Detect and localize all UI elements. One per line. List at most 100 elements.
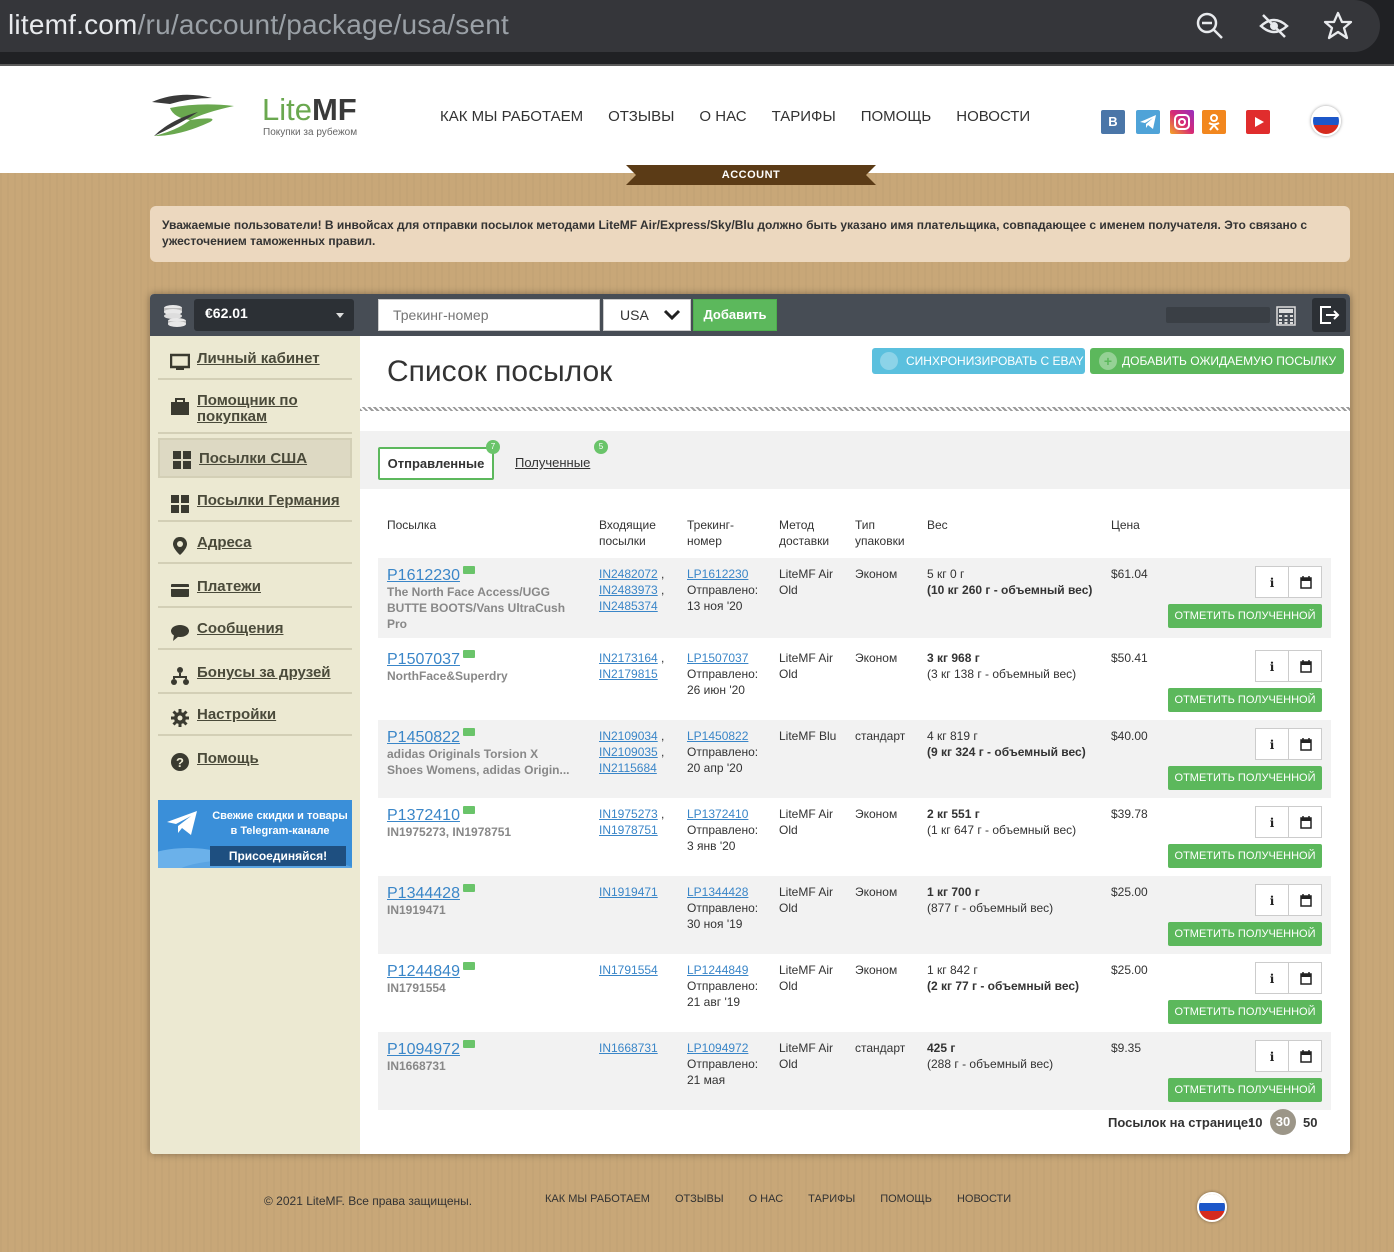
info-button[interactable]: i xyxy=(1255,650,1289,682)
sidebar-item-usa-packages[interactable]: Посылки США xyxy=(158,438,352,478)
footer-nav-how-it-works[interactable]: Как мы работаем xyxy=(545,1193,650,1205)
balance-dropdown[interactable]: €62.01 xyxy=(194,299,354,331)
instagram-icon[interactable] xyxy=(1170,110,1194,134)
incoming-package-link[interactable]: IN2109035 xyxy=(599,745,658,759)
incoming-package-link[interactable]: IN1668731 xyxy=(599,1041,658,1055)
package-id-link[interactable]: P1094972 xyxy=(387,1041,460,1058)
mark-received-button[interactable]: Отметить полученной xyxy=(1168,766,1322,790)
eye-off-icon[interactable] xyxy=(1258,10,1290,42)
tracking-link[interactable]: LP1450822 xyxy=(687,729,748,743)
logo-subtitle: Покупки за рубежом xyxy=(263,127,358,138)
package-id-link[interactable]: P1344428 xyxy=(387,885,460,902)
info-button[interactable]: i xyxy=(1255,1040,1289,1072)
tracking-link[interactable]: LP1094972 xyxy=(687,1041,748,1055)
nav-help[interactable]: Помощь xyxy=(861,108,932,125)
tracking-link[interactable]: LP1507037 xyxy=(687,651,748,665)
tracking-link[interactable]: LP1612230 xyxy=(687,567,748,581)
package-id-link[interactable]: P1507037 xyxy=(387,651,460,668)
tracking-link[interactable]: LP1344428 xyxy=(687,885,748,899)
zoom-out-icon[interactable] xyxy=(1194,10,1226,42)
package-id-link[interactable]: P1244849 xyxy=(387,963,460,980)
nav-news[interactable]: Новости xyxy=(956,108,1030,125)
add-expected-package-button[interactable]: + Добавить ожидаемую посылку xyxy=(1090,348,1344,374)
calendar-button[interactable] xyxy=(1288,1040,1322,1072)
telegram-join-button[interactable]: Присоединяйся! xyxy=(210,846,346,866)
sidebar-item-germany-packages[interactable]: Посылки Германия xyxy=(158,482,352,522)
sidebar-item-help[interactable]: ? Помощь xyxy=(158,740,352,780)
sidebar-item-settings[interactable]: Настройки xyxy=(158,696,352,736)
incoming-package-link[interactable]: IN1791554 xyxy=(599,963,658,977)
logo-bird-icon[interactable] xyxy=(150,90,236,138)
calculator-icon[interactable] xyxy=(1276,306,1296,326)
per-page-option-50[interactable]: 50 xyxy=(1303,1115,1317,1130)
calendar-button[interactable] xyxy=(1288,728,1322,760)
incoming-package-link[interactable]: IN2483973 xyxy=(599,583,658,597)
per-page-option-30[interactable]: 30 xyxy=(1270,1109,1296,1135)
incoming-package-link[interactable]: IN2179815 xyxy=(599,667,658,681)
package-id-link[interactable]: P1450822 xyxy=(387,729,460,746)
tracking-link[interactable]: LP1244849 xyxy=(687,963,748,977)
url-text[interactable]: litemf.com/ru/account/package/usa/sent xyxy=(8,9,509,41)
vk-icon[interactable]: B xyxy=(1101,110,1125,134)
tab-sent[interactable]: Отправленные xyxy=(378,447,494,480)
incoming-package-link[interactable]: IN2173164 xyxy=(599,651,658,665)
footer-nav-help[interactable]: Помощь xyxy=(880,1193,932,1205)
nav-tariffs[interactable]: Тарифы xyxy=(772,108,836,125)
footer-nav-tariffs[interactable]: Тарифы xyxy=(808,1193,855,1205)
telegram-icon[interactable] xyxy=(1136,110,1160,134)
mark-received-button[interactable]: Отметить полученной xyxy=(1168,844,1322,868)
footer-nav-about[interactable]: О нас xyxy=(749,1193,784,1205)
country-select[interactable]: USA xyxy=(603,299,691,331)
sidebar-item-addresses[interactable]: Адреса xyxy=(158,524,352,564)
nav-reviews[interactable]: Отзывы xyxy=(608,108,674,125)
per-page-option-10[interactable]: 10 xyxy=(1248,1115,1262,1130)
logout-button[interactable] xyxy=(1312,298,1346,332)
info-button[interactable]: i xyxy=(1255,884,1289,916)
mark-received-button[interactable]: Отметить полученной xyxy=(1168,688,1322,712)
telegram-banner[interactable]: Свежие скидки и товары в Telegram-канале… xyxy=(158,800,352,868)
calendar-button[interactable] xyxy=(1288,650,1322,682)
nav-about[interactable]: О нас xyxy=(699,108,746,125)
odnoklassniki-icon[interactable] xyxy=(1202,110,1226,134)
calendar-button[interactable] xyxy=(1288,962,1322,994)
calendar-button[interactable] xyxy=(1288,566,1322,598)
footer-nav-news[interactable]: Новости xyxy=(957,1193,1011,1205)
tracking-number-input[interactable] xyxy=(378,299,600,331)
footer-russian-flag-icon[interactable] xyxy=(1197,1192,1227,1222)
info-button[interactable]: i xyxy=(1255,806,1289,838)
incoming-package-link[interactable]: IN2485374 xyxy=(599,599,658,613)
add-tracking-button[interactable]: Добавить xyxy=(693,299,777,331)
incoming-package-link[interactable]: IN1975273 xyxy=(599,807,658,821)
mark-received-button[interactable]: Отметить полученной xyxy=(1168,922,1322,946)
info-button[interactable]: i xyxy=(1255,962,1289,994)
tab-received[interactable]: Полученные xyxy=(515,455,590,470)
incoming-package-link[interactable]: IN1978751 xyxy=(599,823,658,837)
sidebar-item-payments[interactable]: Платежи xyxy=(158,568,352,608)
mark-received-button[interactable]: Отметить полученной xyxy=(1168,1078,1322,1102)
star-icon[interactable] xyxy=(1322,10,1354,42)
mark-received-button[interactable]: Отметить полученной xyxy=(1168,1000,1322,1024)
youtube-icon[interactable] xyxy=(1246,110,1270,134)
incoming-package-link[interactable]: IN1919471 xyxy=(599,885,658,899)
incoming-package-link[interactable]: IN2482072 xyxy=(599,567,658,581)
package-id-link[interactable]: P1372410 xyxy=(387,807,460,824)
incoming-package-link[interactable]: IN2115684 xyxy=(599,761,657,775)
sidebar-item-referral-bonuses[interactable]: Бонусы за друзей xyxy=(158,654,352,694)
calendar-button[interactable] xyxy=(1288,806,1322,838)
package-id-link[interactable]: P1612230 xyxy=(387,567,460,584)
url-pill[interactable]: litemf.com/ru/account/package/usa/sent xyxy=(0,0,1380,52)
sidebar-item-shopping-assistant[interactable]: Помощник по покупкам xyxy=(158,382,352,434)
sidebar-item-personal-cabinet[interactable]: Личный кабинет xyxy=(158,340,352,380)
incoming-package-link[interactable]: IN2109034 xyxy=(599,729,658,743)
calendar-button[interactable] xyxy=(1288,884,1322,916)
nav-how-it-works[interactable]: Как мы работаем xyxy=(440,108,583,125)
sidebar-item-messages[interactable]: Сообщения xyxy=(158,610,352,650)
mark-received-button[interactable]: Отметить полученной xyxy=(1168,604,1322,628)
russian-flag-icon[interactable] xyxy=(1311,106,1341,136)
footer-nav-reviews[interactable]: Отзывы xyxy=(675,1193,724,1205)
info-button[interactable]: i xyxy=(1255,566,1289,598)
info-button[interactable]: i xyxy=(1255,728,1289,760)
tracking-link[interactable]: LP1372410 xyxy=(687,807,748,821)
logo-text[interactable]: LiteMF xyxy=(262,92,357,128)
sync-ebay-button[interactable]: Синхронизировать с eBay xyxy=(872,348,1085,374)
